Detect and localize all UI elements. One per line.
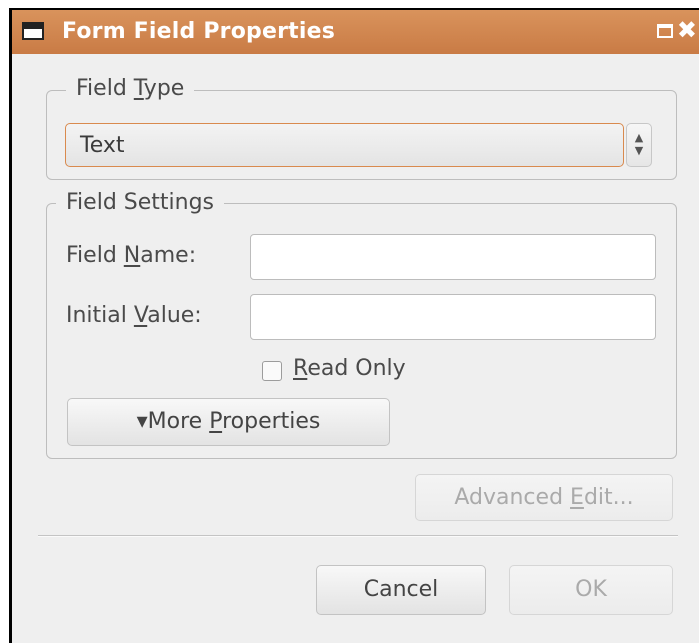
close-icon[interactable]: ✖	[677, 16, 697, 44]
field-name-label: Field Name:	[66, 243, 197, 268]
title-bar[interactable]: Form Field Properties ✖	[12, 10, 699, 54]
initial-value-input[interactable]	[250, 294, 656, 340]
window-app-icon	[22, 22, 44, 40]
field-type-combo[interactable]: Text	[65, 123, 624, 167]
field-type-legend: Field Type	[66, 76, 195, 101]
more-properties-button[interactable]: ▾More Properties	[67, 398, 390, 446]
maximize-icon[interactable]	[657, 24, 673, 38]
read-only-checkbox[interactable]	[262, 361, 282, 381]
field-type-spinner[interactable]: ▲ ▼	[626, 123, 652, 167]
read-only-label[interactable]: Read Only	[293, 356, 406, 381]
ok-button[interactable]: OK	[509, 565, 673, 615]
initial-value-label: Initial Value:	[66, 303, 202, 328]
separator	[38, 535, 678, 537]
field-type-value: Text	[80, 133, 125, 158]
chevron-up-icon: ▲	[634, 131, 644, 144]
window-title: Form Field Properties	[62, 19, 336, 44]
dialog-window: Form Field Properties ✖ Field Type Text …	[9, 8, 699, 643]
field-settings-legend: Field Settings	[56, 190, 225, 215]
field-name-input[interactable]	[250, 234, 656, 280]
chevron-down-icon: ▼	[634, 144, 644, 157]
advanced-edit-button[interactable]: Advanced Edit...	[415, 474, 673, 521]
cancel-button[interactable]: Cancel	[316, 565, 486, 615]
